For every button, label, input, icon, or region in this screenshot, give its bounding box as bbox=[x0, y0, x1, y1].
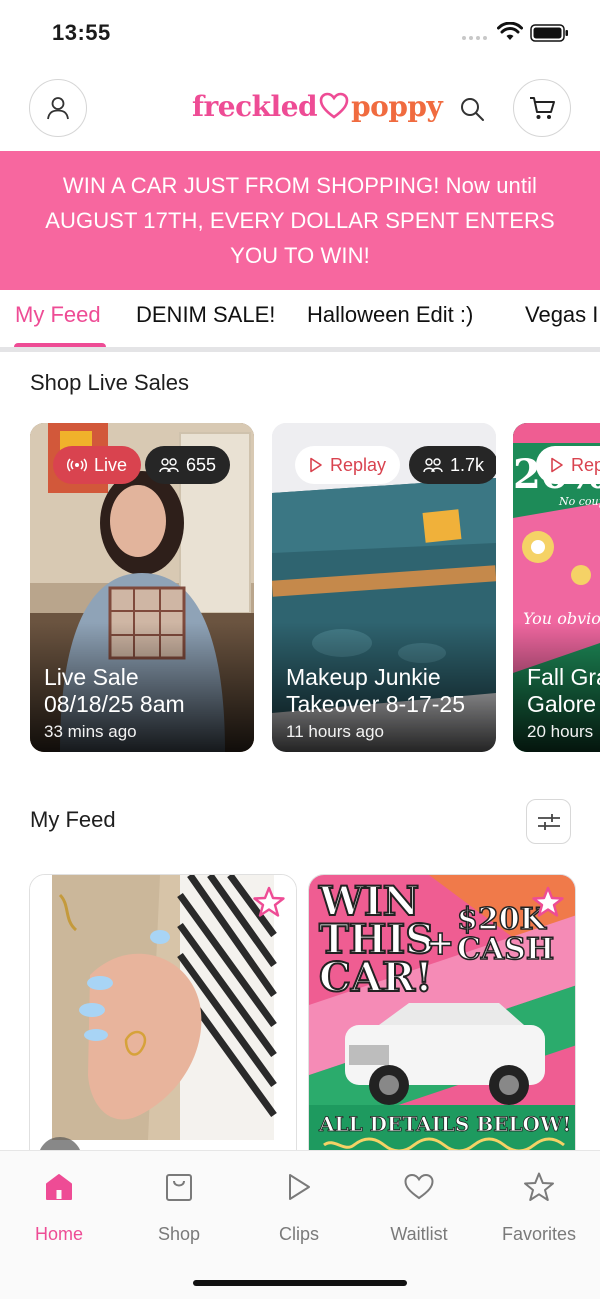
wifi-icon bbox=[497, 22, 523, 40]
viewers-icon bbox=[423, 458, 443, 473]
live-card-title-line2: 08/18/25 8am bbox=[44, 691, 185, 717]
home-icon bbox=[46, 1174, 72, 1200]
replay-card-time-ago: 11 hours ago bbox=[286, 722, 384, 741]
feed-promo-card[interactable]: WIN THIS CAR! + $20K CASH ALL DETAILS BE… bbox=[308, 874, 576, 1174]
play-icon bbox=[289, 1174, 310, 1200]
product-photo bbox=[30, 875, 296, 1173]
filter-button[interactable] bbox=[526, 799, 571, 844]
viewer-count-badge: 1.7k bbox=[409, 446, 496, 484]
logo-word-poppy: poppy bbox=[351, 89, 443, 123]
app-header: freckled poppy bbox=[0, 66, 600, 150]
nav-home[interactable]: Home bbox=[4, 1169, 114, 1245]
promo-text: WIN A CAR JUST FROM SHOPPING! Now until … bbox=[45, 173, 555, 268]
nav-clips[interactable]: Clips bbox=[244, 1169, 354, 1245]
battery-icon bbox=[530, 24, 568, 42]
promo-headline-line3: CAR! bbox=[318, 954, 434, 1001]
partial-card-title: Fall Gra Galore bbox=[527, 664, 600, 718]
cart-icon bbox=[530, 97, 555, 119]
shopping-bag-icon bbox=[166, 1174, 192, 1201]
brand-logo[interactable]: freckled poppy bbox=[192, 86, 443, 126]
live-badge: Live bbox=[53, 446, 142, 484]
nav-clips-label: Clips bbox=[278, 1224, 319, 1244]
viewers-icon bbox=[159, 458, 179, 473]
promo-footer-text: ALL DETAILS BELOW! bbox=[319, 1112, 572, 1137]
heart-icon bbox=[404, 1173, 434, 1200]
broadcast-icon bbox=[67, 458, 87, 472]
feed-product-card[interactable] bbox=[29, 874, 297, 1174]
tab-halloween-edit[interactable]: Halloween Edit :) bbox=[307, 302, 473, 328]
favorite-star-icon[interactable] bbox=[252, 885, 286, 919]
status-bar: 13:55 bbox=[0, 0, 600, 66]
user-icon bbox=[47, 97, 69, 120]
replay-badge: Replay bbox=[295, 446, 401, 484]
promo-plus: + bbox=[425, 922, 455, 964]
replay-sale-card[interactable]: Replay 1.7k Makeup Junkie Takeover 8-17-… bbox=[272, 423, 496, 752]
cart-button[interactable] bbox=[513, 79, 571, 137]
heart-logo-icon bbox=[319, 92, 349, 119]
live-badge-label: Live bbox=[94, 454, 128, 475]
tab-my-feed[interactable]: My Feed bbox=[15, 302, 101, 328]
live-card-title: Live Sale 08/18/25 8am bbox=[44, 664, 185, 718]
status-time: 13:55 bbox=[52, 20, 111, 45]
search-button[interactable] bbox=[456, 93, 488, 125]
promo-banner[interactable]: WIN A CAR JUST FROM SHOPPING! Now until … bbox=[0, 151, 600, 290]
partial-card-time-ago: 20 hours bbox=[527, 722, 594, 741]
bottom-navigation: Home Shop Clips Waitlist Favorites bbox=[0, 1150, 600, 1299]
viewer-count-badge: 655 bbox=[145, 446, 231, 484]
play-icon bbox=[551, 457, 563, 473]
nav-shop[interactable]: Shop bbox=[124, 1169, 234, 1245]
card-art-note: No coupon bbox=[559, 495, 600, 508]
logo-word-freckled: freckled bbox=[192, 89, 318, 123]
viewer-count: 1.7k bbox=[450, 454, 485, 475]
replay-card-title: Makeup Junkie Takeover 8-17-25 bbox=[286, 664, 465, 718]
play-icon bbox=[310, 457, 322, 473]
signal-icon bbox=[462, 36, 487, 40]
active-tab-indicator bbox=[14, 343, 106, 347]
nav-favorites[interactable]: Favorites bbox=[484, 1169, 594, 1245]
profile-button[interactable] bbox=[29, 79, 87, 137]
replay-badge-label: Rep bbox=[571, 454, 600, 475]
nav-shop-label: Shop bbox=[157, 1224, 201, 1244]
replay-sale-card-partial[interactable]: 20% No coupon You obvious Rep Fall Gra G… bbox=[513, 423, 600, 752]
promo-headline: WIN THIS CAR! bbox=[318, 881, 435, 1001]
replay-badge: Rep bbox=[536, 446, 600, 484]
live-sale-card[interactable]: Live 655 Live Sale 08/18/25 8am 33 mins … bbox=[30, 423, 254, 752]
nav-favorites-label: Favorites bbox=[501, 1224, 577, 1244]
replay-card-title-line2: Takeover 8-17-25 bbox=[286, 691, 465, 717]
my-feed-heading: My Feed bbox=[30, 807, 116, 832]
viewer-count: 655 bbox=[186, 454, 217, 475]
nav-home-label: Home bbox=[34, 1224, 83, 1244]
replay-card-title-line1: Makeup Junkie bbox=[286, 664, 441, 690]
partial-card-title-line1: Fall Gra bbox=[527, 664, 600, 690]
favorite-star-icon[interactable] bbox=[531, 885, 565, 919]
home-indicator[interactable] bbox=[193, 1280, 407, 1286]
sliders-icon bbox=[537, 813, 560, 830]
category-tabs: My Feed DENIM SALE! Halloween Edit :) Ve… bbox=[0, 290, 600, 352]
nav-waitlist-label: Waitlist bbox=[390, 1224, 448, 1244]
star-icon bbox=[524, 1172, 554, 1201]
live-card-title-line1: Live Sale bbox=[44, 664, 139, 690]
nav-waitlist[interactable]: Waitlist bbox=[364, 1169, 474, 1245]
promo-cash-label: CASH bbox=[456, 932, 555, 967]
replay-badge-label: Replay bbox=[330, 454, 387, 475]
live-sales-heading: Shop Live Sales bbox=[30, 370, 189, 395]
live-card-time-ago: 33 mins ago bbox=[44, 722, 137, 741]
partial-card-title-line2: Galore bbox=[527, 691, 597, 717]
tab-vegas[interactable]: Vegas I bbox=[525, 302, 598, 328]
tab-denim-sale[interactable]: DENIM SALE! bbox=[136, 302, 275, 328]
search-icon bbox=[461, 98, 484, 121]
